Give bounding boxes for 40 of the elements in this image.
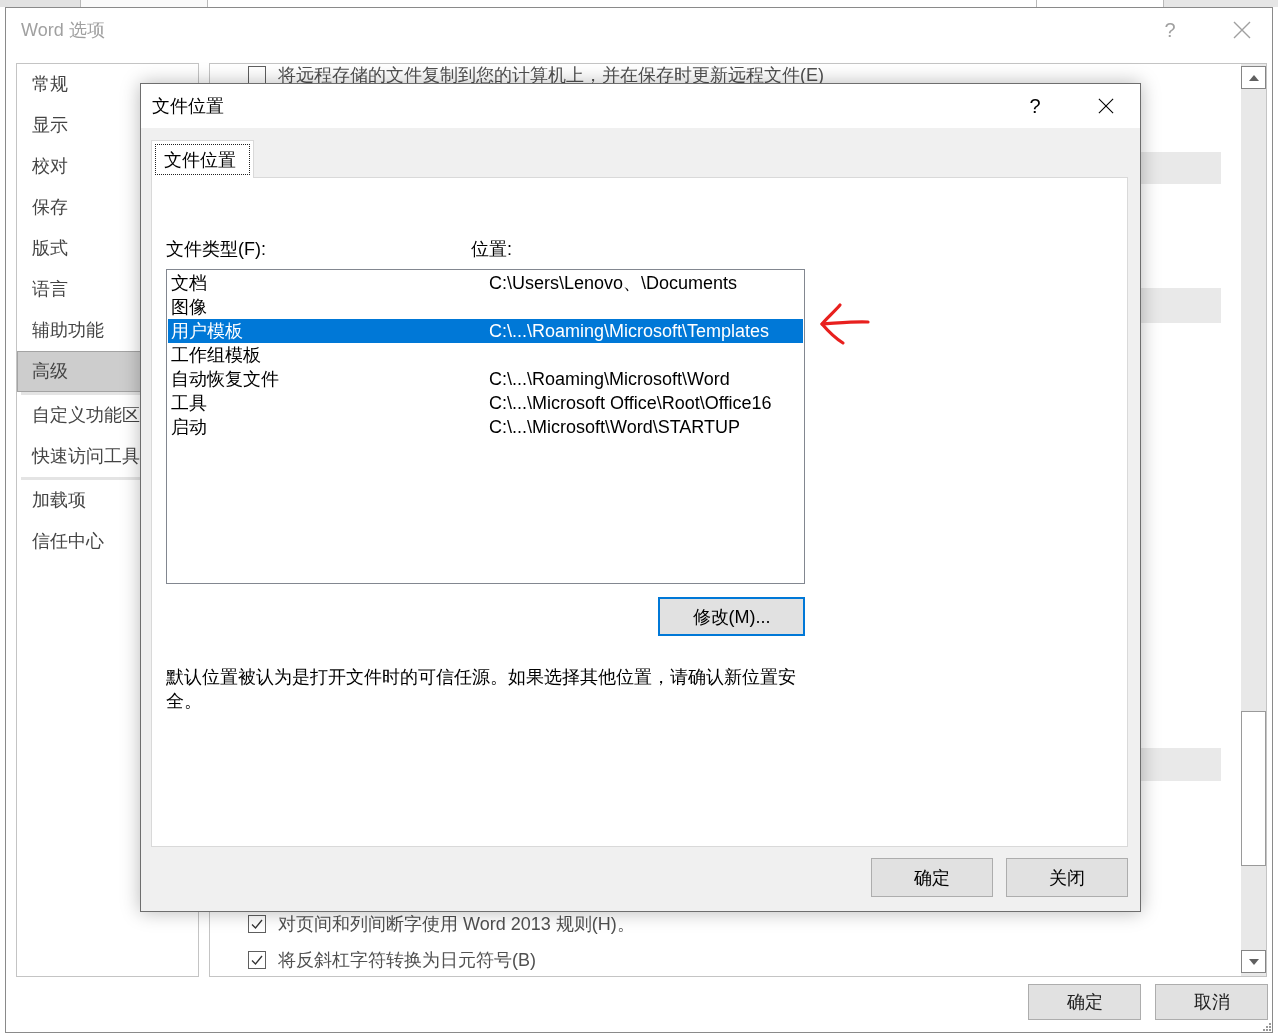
triangle-up-icon [1248, 74, 1259, 81]
dialog-button[interactable]: 确定 [871, 858, 993, 897]
scroll-up-button[interactable] [1241, 66, 1266, 89]
file-type-row[interactable]: 文档 C:\Users\Lenovo、\Documents [168, 271, 803, 295]
dialog-title: 文件位置 [152, 95, 224, 118]
file-type-row[interactable]: 启动 C:\...\Microsoft\Word\STARTUP [168, 415, 803, 439]
dialog-button[interactable]: 确定 [1028, 984, 1141, 1020]
location-cell-text: C:\Users\Lenovo、\Documents [489, 272, 738, 295]
checkbox[interactable] [248, 66, 266, 84]
scrollbar-thumb[interactable] [1241, 711, 1266, 866]
tab[interactable]: 文件位置 [151, 140, 254, 178]
note-text: 默认位置被认为是打开文件时的可信任源。如果选择其他位置，请确认新位置安全。 [166, 666, 797, 713]
dialog-button[interactable]: 取消 [1155, 984, 1268, 1020]
scroll-down-button[interactable] [1241, 950, 1266, 973]
file-type-cell-text: 图像 [170, 296, 208, 319]
window-title: Word 选项 [21, 19, 105, 42]
file-type-row[interactable]: 用户模板 C:\...\Roaming\Microsoft\Templates [168, 319, 803, 343]
file-type-row[interactable]: 图像 [168, 295, 803, 319]
location-cell: C:\...\Roaming\Microsoft\Word [489, 368, 730, 390]
list-box[interactable]: 文档 C:\Users\Lenovo、\Documents 图像 用户模板 C:\...\Roaming\Microsoft\Templates 工作组模板 自动恢复文件 C:\...\Roaming\Microsoft\Word 工具 C:\...\Microsoft Office\Root\Office16 启动 C:\...\Microsoft\Word\STARTUP [166, 269, 805, 584]
location-cell: C:\...\Microsoft\Word\STARTUP [489, 416, 741, 438]
file-type-cell-text: 启动 [170, 416, 208, 439]
column-label: 文件类型(F): [166, 238, 267, 260]
checkbox[interactable] [248, 951, 266, 969]
file-type-row[interactable]: 工具 C:\...\Microsoft Office\Root\Office16 [168, 391, 803, 415]
modify-button[interactable]: 修改(M)... [658, 597, 805, 636]
checkbox[interactable] [248, 915, 266, 933]
file-type-cell-text: 用户模板 [170, 320, 244, 343]
option-label: 对页间和列间断字使用 Word 2013 规则(H)。 [278, 913, 635, 935]
location-cell: C:\...\Roaming\Microsoft\Templates [489, 320, 770, 342]
column-label: 位置: [471, 238, 512, 260]
dialog-button[interactable]: 关闭 [1006, 858, 1128, 897]
triangle-down-icon [1248, 958, 1259, 965]
option-label: 将反斜杠字符转换为日元符号(B) [278, 949, 536, 971]
resize-grip-icon[interactable] [1263, 1023, 1271, 1031]
location-cell: C:\...\Microsoft Office\Root\Office16 [489, 392, 772, 414]
close-icon[interactable] [1098, 98, 1114, 114]
help-button[interactable]: ? [1029, 94, 1041, 118]
file-type-cell-text: 文档 [170, 272, 208, 295]
file-type-cell-text: 工具 [170, 392, 208, 415]
